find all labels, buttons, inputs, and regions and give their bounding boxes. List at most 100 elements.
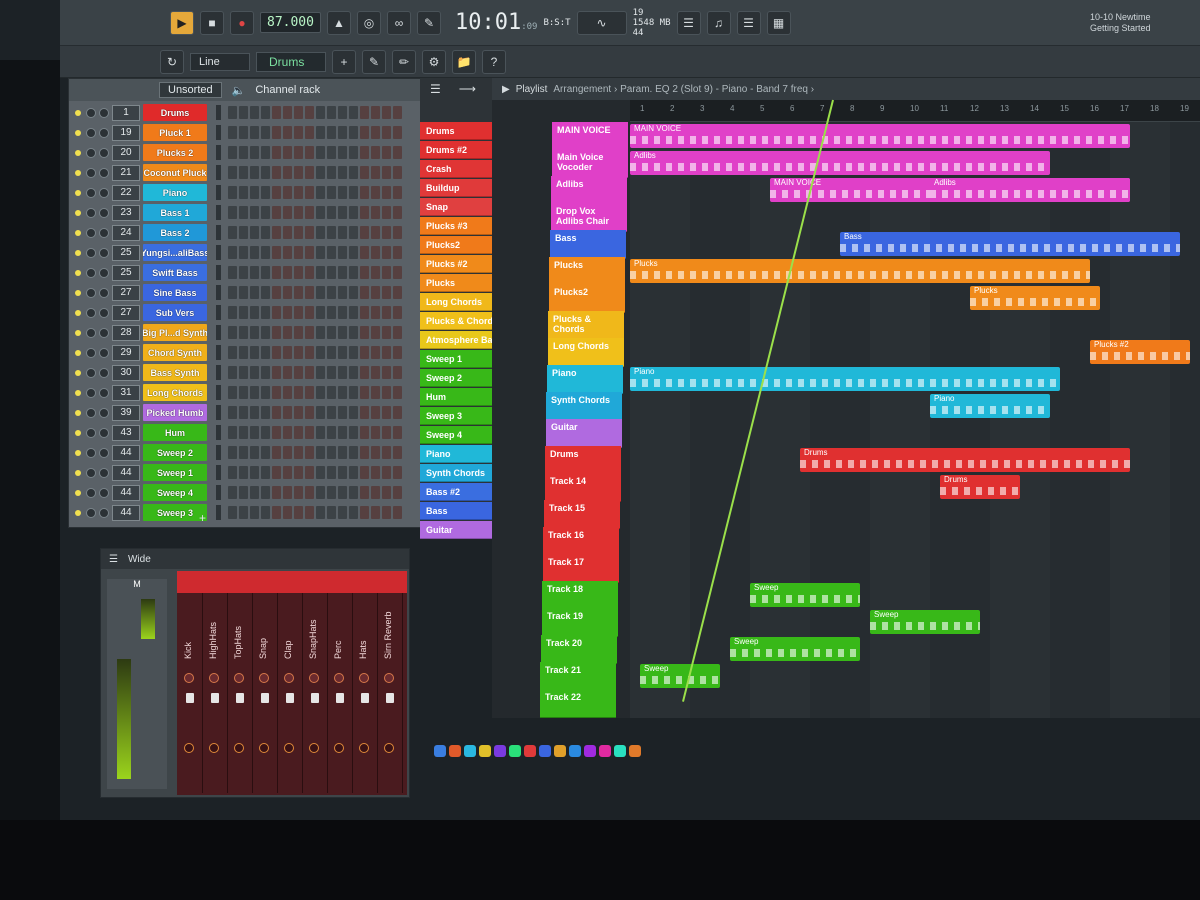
step-button[interactable]: [250, 226, 259, 239]
plugin-icon[interactable]: ⚙: [422, 49, 446, 74]
step-button[interactable]: [228, 466, 237, 479]
channel-select-bar[interactable]: [216, 145, 221, 160]
volume-knob[interactable]: [99, 147, 109, 158]
step-button[interactable]: [360, 326, 369, 339]
pan-knob[interactable]: [86, 167, 96, 178]
step-button[interactable]: [261, 126, 270, 139]
channel-row[interactable]: 23 Bass 1: [75, 203, 402, 222]
playlist-track-header[interactable]: Track 21: [540, 662, 616, 691]
step-button[interactable]: [250, 446, 259, 459]
channel-led-icon[interactable]: [75, 109, 81, 116]
insert-send-knob[interactable]: [234, 743, 244, 753]
step-button[interactable]: [349, 366, 358, 379]
step-button[interactable]: [261, 226, 270, 239]
channel-select-bar[interactable]: [216, 205, 221, 220]
step-button[interactable]: [250, 486, 259, 499]
channel-led-icon[interactable]: [75, 349, 81, 356]
step-button[interactable]: [239, 426, 248, 439]
channel-led-icon[interactable]: [75, 149, 81, 156]
step-button[interactable]: [349, 186, 358, 199]
insert-fader[interactable]: [211, 693, 219, 703]
step-button[interactable]: [382, 186, 391, 199]
step-button[interactable]: [305, 226, 314, 239]
step-button[interactable]: [305, 166, 314, 179]
playlist-track-header[interactable]: Bass: [550, 230, 626, 259]
channel-select-bar[interactable]: [216, 265, 221, 280]
playlist-clip[interactable]: Adlibs: [930, 178, 1130, 202]
step-button[interactable]: [228, 506, 237, 519]
step-button[interactable]: [360, 106, 369, 119]
channel-name-button[interactable]: Bass 1: [143, 204, 207, 221]
mixer-insert-strip[interactable]: Clap: [277, 593, 303, 793]
step-button[interactable]: [228, 286, 237, 299]
channel-select-bar[interactable]: [216, 485, 221, 500]
step-button[interactable]: [261, 266, 270, 279]
mixer-insert-strip[interactable]: Sirn Reverb: [377, 593, 403, 793]
insert-send-knob[interactable]: [184, 743, 194, 753]
channel-row[interactable]: 39 Picked Humb: [75, 403, 402, 422]
insert-send-knob[interactable]: [259, 743, 269, 753]
mixer-insert-strip[interactable]: TopHats: [227, 593, 253, 793]
playlist-track-header[interactable]: Track 19: [542, 608, 618, 637]
step-button[interactable]: [239, 306, 248, 319]
step-button[interactable]: [239, 406, 248, 419]
step-button[interactable]: [239, 466, 248, 479]
step-button[interactable]: [371, 166, 380, 179]
mixer-menu-icon[interactable]: ☰: [109, 554, 118, 565]
step-button[interactable]: [294, 286, 303, 299]
channel-row[interactable]: 21 Coconut Pluck: [75, 163, 402, 182]
step-button[interactable]: [283, 226, 292, 239]
step-button[interactable]: [316, 406, 325, 419]
step-button[interactable]: [327, 166, 336, 179]
step-button[interactable]: [250, 506, 259, 519]
insert-pan-knob[interactable]: [284, 673, 294, 683]
pan-knob[interactable]: [86, 247, 96, 258]
insert-fader[interactable]: [336, 693, 344, 703]
pan-knob[interactable]: [86, 367, 96, 378]
step-button[interactable]: [272, 206, 281, 219]
step-button[interactable]: [261, 286, 270, 299]
mixer-view-label[interactable]: Wide: [128, 554, 151, 565]
step-button[interactable]: [283, 466, 292, 479]
step-button[interactable]: [393, 466, 402, 479]
channel-mixer-number[interactable]: 39: [112, 404, 140, 421]
channel-row[interactable]: 19 Pluck 1: [75, 123, 402, 142]
step-button[interactable]: [327, 246, 336, 259]
playlist-track-header[interactable]: Track 15: [544, 500, 620, 529]
channel-row[interactable]: 31 Long Chords: [75, 383, 402, 402]
step-button[interactable]: [272, 326, 281, 339]
step-button[interactable]: [294, 126, 303, 139]
step-button[interactable]: [382, 206, 391, 219]
step-button[interactable]: [239, 366, 248, 379]
step-button[interactable]: [393, 226, 402, 239]
step-button[interactable]: [371, 366, 380, 379]
step-button[interactable]: [338, 226, 347, 239]
step-button[interactable]: [327, 446, 336, 459]
step-button[interactable]: [371, 406, 380, 419]
step-button[interactable]: [316, 126, 325, 139]
channel-row[interactable]: 1 Drums: [75, 103, 402, 122]
step-button[interactable]: [261, 326, 270, 339]
channel-led-icon[interactable]: [75, 209, 81, 216]
step-button[interactable]: [239, 246, 248, 259]
step-button[interactable]: [250, 266, 259, 279]
channel-mixer-number[interactable]: 22: [112, 184, 140, 201]
step-button[interactable]: [250, 106, 259, 119]
step-button[interactable]: [393, 286, 402, 299]
step-button[interactable]: [393, 126, 402, 139]
channel-name-button[interactable]: Long Chords: [143, 384, 207, 401]
step-button[interactable]: [239, 386, 248, 399]
channel-name-button[interactable]: Swift Bass: [143, 264, 207, 281]
picker-menu-icon[interactable]: ☰: [430, 82, 441, 96]
channel-led-icon[interactable]: [75, 329, 81, 336]
step-button[interactable]: [393, 106, 402, 119]
pan-knob[interactable]: [86, 387, 96, 398]
playlist-track-header[interactable]: Plucks2: [549, 284, 625, 313]
step-button[interactable]: [327, 326, 336, 339]
step-button[interactable]: [338, 306, 347, 319]
step-button[interactable]: [316, 466, 325, 479]
channel-name-button[interactable]: Sweep 3: [143, 504, 207, 521]
step-button[interactable]: [272, 406, 281, 419]
step-button[interactable]: [393, 166, 402, 179]
insert-pan-knob[interactable]: [384, 673, 394, 683]
